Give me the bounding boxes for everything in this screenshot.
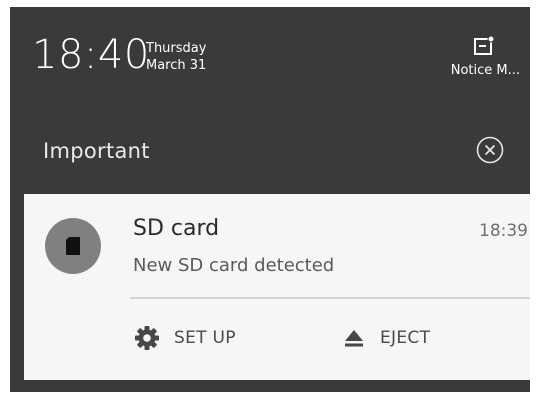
notification-title: SD card: [133, 216, 220, 241]
date-label: March 31: [146, 58, 207, 73]
notification-shade: 18:40 Thursday March 31 Notice M... Impo…: [10, 7, 530, 392]
dismiss-section-button[interactable]: [475, 135, 505, 165]
notice-manager-icon: [473, 35, 495, 57]
action-divider: [130, 297, 530, 299]
setup-label: SET UP: [174, 328, 236, 348]
day-of-week: Thursday: [146, 41, 207, 56]
date-block: Thursday March 31: [146, 40, 206, 74]
eject-button[interactable]: EJECT: [342, 318, 430, 358]
eject-label: EJECT: [380, 328, 431, 348]
gear-icon: [135, 326, 159, 350]
setup-button[interactable]: SET UP: [134, 318, 236, 358]
notification-time: 18:39: [479, 221, 528, 241]
notice-manager-label: Notice M...: [450, 63, 520, 78]
close-circle-icon: [476, 136, 504, 164]
sd-card-icon: [66, 237, 80, 255]
section-title-important: Important: [43, 139, 150, 163]
notice-manager-shortcut[interactable]: Notice M...: [430, 35, 520, 78]
sd-card-notification[interactable]: SD card 18:39 New SD card detected SET U…: [24, 194, 530, 380]
clock-time: 18:40: [32, 32, 150, 78]
app-avatar: [45, 218, 101, 274]
notification-body: New SD card detected: [133, 255, 335, 276]
eject-icon: [345, 330, 363, 347]
